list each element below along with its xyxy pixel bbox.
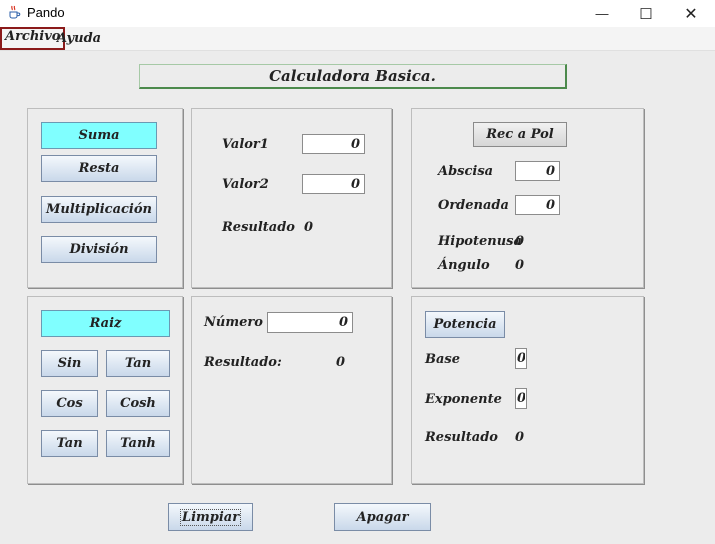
minimize-button[interactable]: — — [579, 0, 625, 27]
valor2-input[interactable] — [302, 174, 365, 194]
menu-bar — [0, 27, 715, 51]
maximize-icon: ☐ — [639, 5, 653, 23]
apagar-button[interactable]: Apagar — [334, 503, 431, 531]
numero-resultado-value: 0 — [336, 355, 346, 370]
potencia-resultado-label: Resultado — [425, 430, 498, 445]
numero-label: Número — [204, 315, 263, 330]
exponente-label: Exponente — [425, 392, 502, 407]
resta-button[interactable]: Resta — [41, 155, 157, 182]
close-icon: ✕ — [684, 5, 698, 23]
raiz-button[interactable]: Raiz — [41, 310, 170, 337]
division-button[interactable]: División — [41, 236, 157, 263]
valor2-label: Valor2 — [222, 177, 269, 192]
sin-button[interactable]: Sin — [41, 350, 98, 377]
ordenada-input[interactable] — [515, 195, 560, 215]
resultado-value: 0 — [304, 220, 314, 235]
angulo-value: 0 — [515, 258, 525, 273]
menu-ayuda[interactable]: Ayuda — [54, 30, 104, 49]
cosh-button[interactable]: Cosh — [106, 390, 170, 417]
suma-button[interactable]: Suma — [41, 122, 157, 149]
abscisa-label: Abscisa — [438, 164, 494, 179]
tan-button[interactable]: Tan — [106, 350, 170, 377]
resultado-label: Resultado — [222, 220, 295, 235]
ordenada-label: Ordenada — [438, 198, 509, 213]
window-title: Pando — [27, 5, 65, 20]
limpiar-button[interactable]: Limpiar — [168, 503, 253, 531]
page-title: Calculadora Basica. — [139, 64, 567, 89]
hipotenusa-value: 0 — [515, 234, 525, 249]
base-input[interactable] — [515, 348, 527, 369]
numero-resultado-label: Resultado: — [204, 355, 282, 370]
close-button[interactable]: ✕ — [668, 0, 714, 27]
potencia-button[interactable]: Potencia — [425, 311, 505, 338]
numero-input[interactable] — [267, 312, 353, 333]
tan-button-2[interactable]: Tan — [41, 430, 98, 457]
minimize-icon: — — [595, 6, 609, 21]
multiplicacion-button[interactable]: Multiplicación — [41, 196, 157, 223]
java-cup-icon — [6, 4, 22, 20]
abscisa-input[interactable] — [515, 161, 560, 181]
cos-button[interactable]: Cos — [41, 390, 98, 417]
valor1-input[interactable] — [302, 134, 365, 154]
hipotenusa-label: Hipotenusa — [438, 234, 522, 249]
limpiar-label: Limpiar — [179, 508, 242, 526]
angulo-label: Ángulo — [438, 258, 490, 273]
exponente-input[interactable] — [515, 388, 527, 409]
base-label: Base — [425, 352, 461, 367]
potencia-resultado-value: 0 — [515, 430, 525, 445]
maximize-button[interactable]: ☐ — [623, 0, 669, 27]
rec-a-pol-button[interactable]: Rec a Pol — [473, 122, 567, 147]
valor1-label: Valor1 — [222, 137, 269, 152]
tanh-button[interactable]: Tanh — [106, 430, 170, 457]
